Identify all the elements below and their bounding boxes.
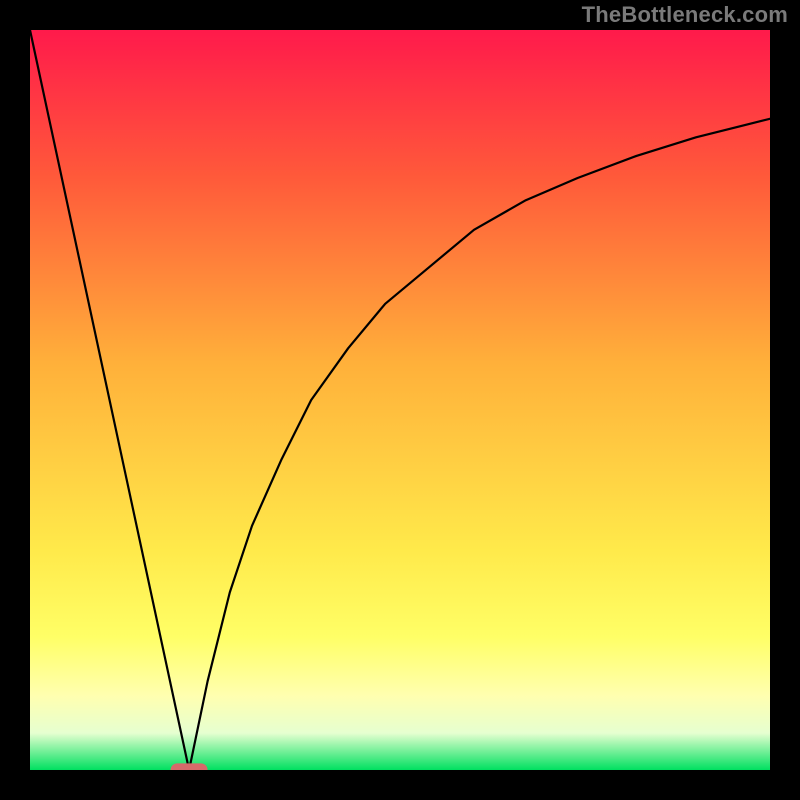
gradient-background bbox=[30, 30, 770, 770]
optimal-marker-rect bbox=[171, 763, 208, 770]
chart-frame: TheBottleneck.com bbox=[0, 0, 800, 800]
bottleneck-chart bbox=[30, 30, 770, 770]
watermark-text: TheBottleneck.com bbox=[582, 2, 788, 28]
optimal-marker bbox=[171, 763, 208, 770]
